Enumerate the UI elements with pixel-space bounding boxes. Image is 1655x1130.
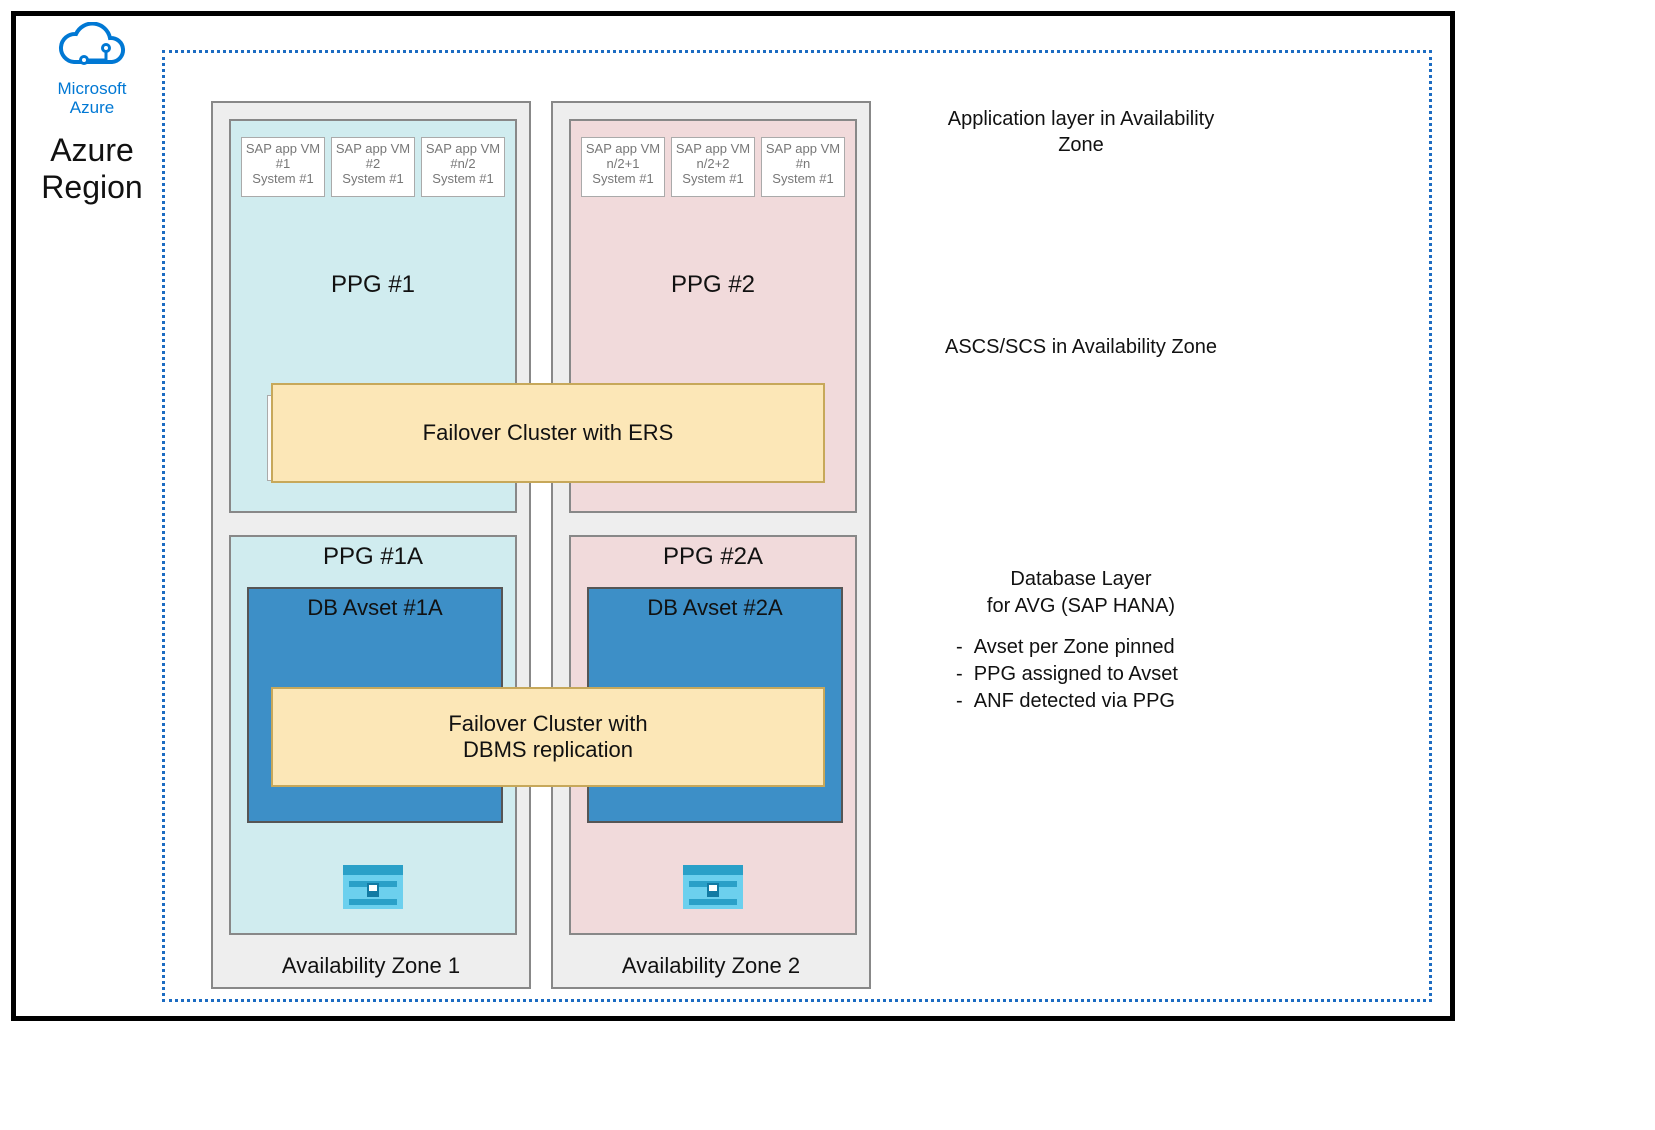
region-label-l2: Region [41, 169, 142, 205]
failover-cluster-ers: Failover Cluster with ERS [271, 383, 825, 483]
anf-icon [339, 861, 407, 915]
brand-az: Azure [70, 98, 114, 117]
brand-ms: Microsoft [58, 79, 127, 98]
azure-cloud-icon [52, 22, 132, 78]
sap-app-vm: SAP app VM#nSystem #1 [761, 137, 845, 197]
sap-app-vm: SAP app VM#2System #1 [331, 137, 415, 197]
failover-cluster-dbms: Failover Cluster with DBMS replication [271, 687, 825, 787]
ppg-2-title: PPG #2 [571, 271, 855, 299]
sap-app-vm: SAP app VMn/2+1System #1 [581, 137, 665, 197]
sap-app-vm: SAP app VM#n/2System #1 [421, 137, 505, 197]
ppg-1a-title: PPG #1A [231, 543, 515, 571]
failover-dbms-label: Failover Cluster with DBMS replication [448, 711, 647, 764]
label-app-layer: Application layer in Availability Zone [896, 106, 1266, 158]
availability-zone-1: SAP app VM#1System #1 SAP app VM#2System… [211, 101, 531, 989]
sap-app-vm: SAP app VMn/2+2System #1 [671, 137, 755, 197]
zone-2-title: Availability Zone 2 [553, 953, 869, 979]
region-label: Azure Region [22, 132, 162, 206]
availability-zone-2: SAP app VMn/2+1System #1 SAP app VMn/2+2… [551, 101, 871, 989]
db-avset-2a-title: DB Avset #2A [589, 595, 841, 621]
sap-app-vm: SAP app VM#1System #1 [241, 137, 325, 197]
diagram-frame: MicrosoftAzure Azure Region SAP app VM#1… [11, 11, 1455, 1021]
anf-icon [679, 861, 747, 915]
db-avset-1a-title: DB Avset #1A [249, 595, 501, 621]
ppg-2a-title: PPG #2A [571, 543, 855, 571]
failover-ers-label: Failover Cluster with ERS [423, 420, 674, 446]
label-ascs: ASCS/SCS in Availability Zone [896, 336, 1266, 359]
label-db-layer: Database Layer for AVG (SAP HANA) - Avse… [896, 566, 1266, 715]
zones: SAP app VM#1System #1 SAP app VM#2System… [211, 101, 871, 989]
ppg-1-title: PPG #1 [231, 271, 515, 299]
app-vm-row-z2: SAP app VMn/2+1System #1 SAP app VMn/2+2… [581, 137, 845, 197]
azure-logo: MicrosoftAzure [32, 22, 152, 117]
zone-1-title: Availability Zone 1 [213, 953, 529, 979]
region-label-l1: Azure [50, 132, 134, 168]
app-vm-row-z1: SAP app VM#1System #1 SAP app VM#2System… [241, 137, 505, 197]
db-bullets: - Avset per Zone pinned - PPG assigned t… [956, 634, 1266, 715]
